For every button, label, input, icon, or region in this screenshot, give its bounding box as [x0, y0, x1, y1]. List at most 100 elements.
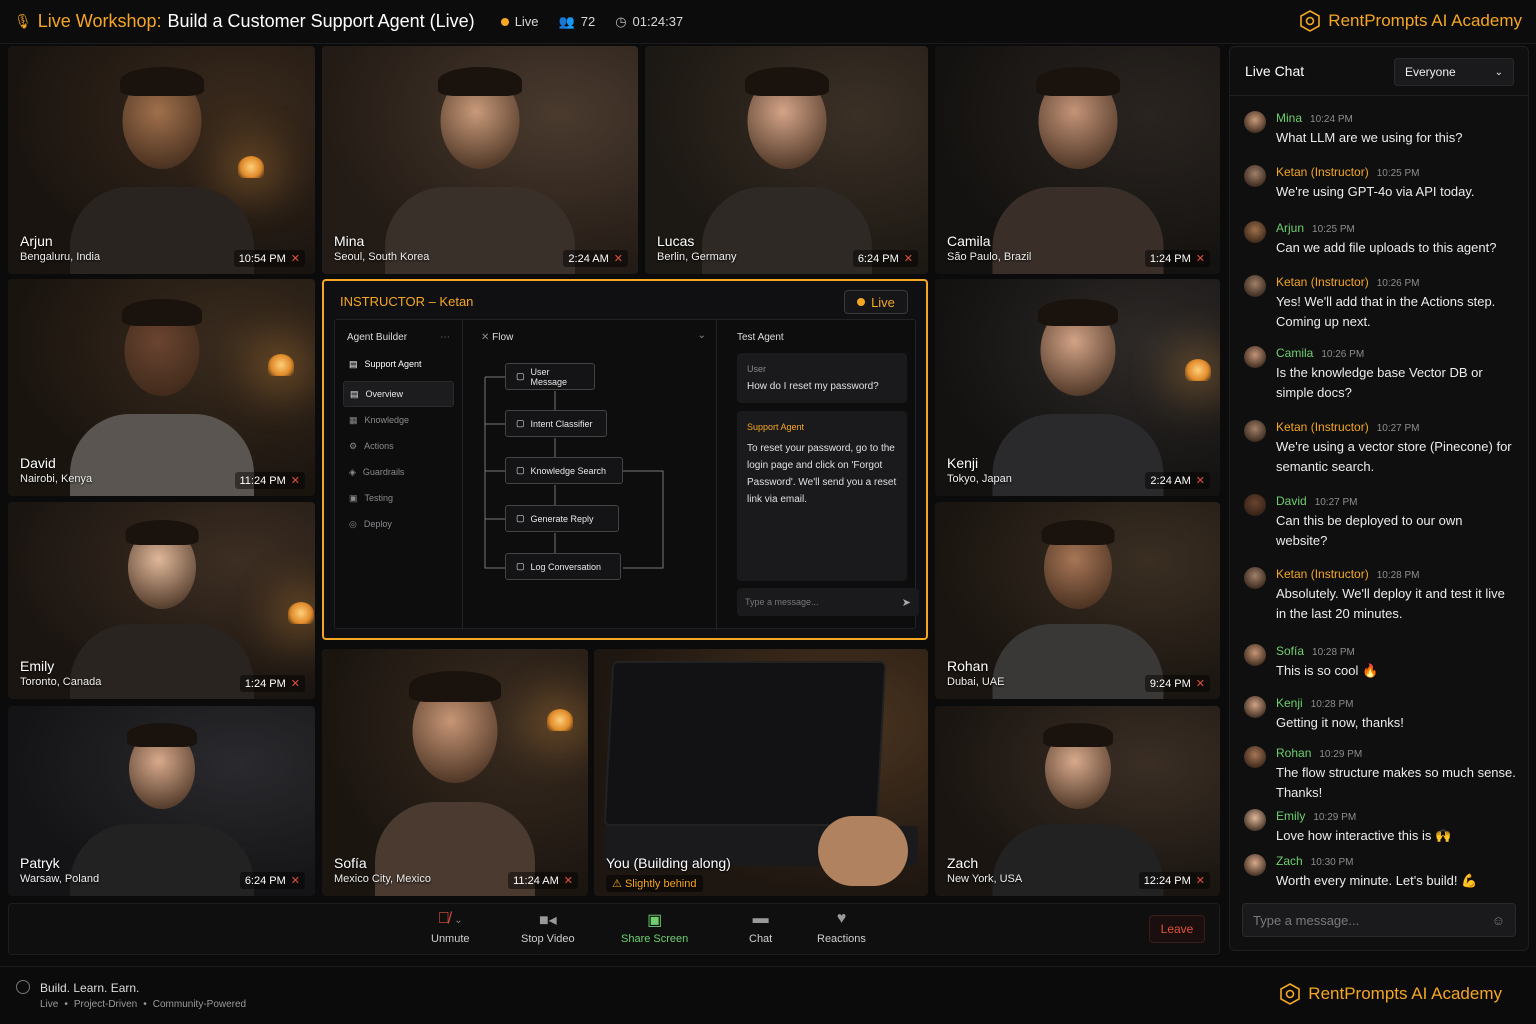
agent-label: Support Agent [747, 422, 805, 432]
stop-video-button[interactable]: ■◂ Stop Video [521, 910, 575, 945]
reactions-button[interactable]: ♥ Reactions [817, 910, 866, 945]
person-hair [1041, 520, 1114, 545]
clock-icon: ◷ [615, 13, 627, 29]
participant-location: Bengaluru, India [20, 251, 101, 263]
participant-tile[interactable]: Zach New York, USA 12:24 PM ✕ [935, 706, 1220, 896]
agent-builder-item[interactable]: ▣ Testing [343, 485, 454, 511]
lamp-decoration [547, 709, 573, 731]
agent-builder-item-label: Overview [365, 389, 404, 399]
participant-tile[interactable]: Mina Seoul, South Korea 2:24 AM ✕ [322, 46, 638, 274]
agent-reply-bubble: Support Agent To reset your password, go… [737, 411, 907, 581]
participant-name: Camila [947, 233, 991, 249]
participant-location: Warsaw, Poland [20, 873, 100, 885]
message-text: Absolutely. We'll deploy it and test it … [1276, 586, 1505, 621]
participant-tile[interactable]: Camila São Paulo, Brazil 1:24 PM ✕ [935, 46, 1220, 274]
send-icon[interactable]: ➤ [902, 596, 911, 609]
participant-tile[interactable]: You (Building along) ⚠ Slightly behind [594, 649, 928, 896]
participant-tile[interactable]: Emily Toronto, Canada 1:24 PM ✕ [8, 502, 315, 699]
message-time: 10:29 PM [1319, 749, 1363, 760]
message-time: 10:28 PM [1312, 647, 1355, 658]
live-chat-panel: Live Chat Everyone ⌄ Mina 10:24 PM What L… [1229, 46, 1529, 951]
title-prefix: Live Workshop: [37, 11, 162, 31]
participant-count[interactable]: 👥 72 [559, 14, 596, 30]
participant-tile[interactable]: Kenji Tokyo, Japan 2:24 AM ✕ [935, 279, 1220, 496]
agent-builder-item[interactable]: ▦ Knowledge [343, 407, 454, 433]
agent-builder-item[interactable]: ◎ Deploy [343, 511, 454, 537]
flow-node[interactable]: ▢ User Message [505, 363, 595, 390]
instructor-screen-share[interactable]: INSTRUCTOR – Ketan Live Agent Builder ⋯ ▤… [322, 279, 928, 640]
local-time: 2:24 AM ✕ [1145, 472, 1210, 489]
local-time: 6:24 PM ✕ [239, 872, 305, 889]
participant-name: Lucas [657, 233, 695, 249]
node-icon: ▢ [516, 513, 525, 523]
session-timer: ◷ 01:24:37 [615, 14, 683, 30]
participant-location: São Paulo, Brazil [947, 251, 1032, 263]
flow-canvas[interactable]: ✕ Flow ⌄ ▢ User Message ▢ Intent Classifier… [471, 320, 717, 630]
message-text: This is so cool 🔥 [1276, 663, 1379, 678]
flow-node-label: User Message [530, 366, 568, 387]
node-icon: ▢ [516, 465, 525, 475]
participant-tile[interactable]: Rohan Dubai, UAE 9:24 PM ✕ [935, 502, 1220, 699]
avatar [1244, 644, 1266, 666]
unmute-button[interactable]: 🎙̸ ⌄ Unmute [431, 910, 470, 945]
agent-builder-item[interactable]: ◈ Guardrails [343, 459, 454, 485]
agent-builder-sidebar: Agent Builder ⋯ ▤ Support Agent ▤ Overview ▦… [335, 320, 463, 630]
footer-sub-project: Project-Driven [73, 999, 138, 1010]
live-status: Live [500, 14, 539, 29]
person-hair [744, 67, 829, 96]
footer: Build. Learn. Earn. Live • Project-Driven… [0, 966, 1536, 1024]
flow-node[interactable]: ▢ Log Conversation [505, 553, 621, 580]
author-name: Zach [1276, 854, 1303, 868]
message-text: The flow structure makes so much sense. … [1276, 765, 1516, 800]
participant-location: Mexico City, Mexico [334, 873, 431, 885]
leave-button[interactable]: Leave [1149, 915, 1205, 943]
test-message-input[interactable]: Type a message... ➤ [737, 588, 919, 616]
footer-sub-community: Community-Powered [152, 999, 247, 1010]
message-author: Ketan (Instructor) 10:28 PM [1276, 567, 1420, 581]
share-screen-button[interactable]: ▣ Share Screen [621, 910, 688, 945]
flow-node[interactable]: ▢ Intent Classifier [505, 410, 607, 437]
target-icon [16, 980, 30, 994]
heart-icon: ♥ [836, 910, 847, 927]
avatar [1244, 494, 1266, 516]
chat-bubble-icon: ▬ [752, 910, 769, 927]
participant-tile[interactable]: Sofía Mexico City, Mexico 11:24 AM ✕ [322, 649, 588, 896]
participant-tile[interactable]: Lucas Berlin, Germany 6:24 PM ✕ [645, 46, 928, 274]
avatar [1244, 221, 1266, 243]
participant-tile[interactable]: David Nairobi, Kenya 11:24 PM ✕ [8, 279, 315, 496]
agent-builder-item-label: Knowledge [364, 415, 410, 425]
agent-builder-item[interactable]: ▤ Overview [343, 381, 454, 407]
chat-message-input[interactable]: Type a message... ☺ [1242, 903, 1516, 937]
flow-node[interactable]: ▢ Generate Reply [505, 505, 619, 532]
local-time-value: 1:24 PM [1149, 252, 1191, 265]
title-text: Build a Customer Support Agent (Live) [167, 11, 475, 31]
flow-node[interactable]: ▢ Knowledge Search [505, 457, 623, 484]
mic-muted-icon: ✕ [290, 475, 300, 487]
author-name: Ketan (Instructor) [1276, 165, 1369, 179]
person-hair [1035, 67, 1120, 96]
test-agent-title: Test Agent [737, 332, 784, 343]
participant-tile[interactable]: Arjun Bengaluru, India 10:54 PM ✕ [8, 46, 315, 274]
chat-button[interactable]: ▬ Chat [749, 910, 772, 945]
chat-recipient-select[interactable]: Everyone ⌄ [1394, 58, 1514, 86]
avatar [1244, 420, 1266, 442]
nav-icon: ▣ [349, 492, 358, 503]
share-screen-label: Share Screen [621, 933, 689, 945]
participant-tile[interactable]: Patryk Warsaw, Poland 6:24 PM ✕ [8, 706, 315, 896]
mic-icon: 🎙 [14, 13, 32, 29]
chat-divider [1230, 95, 1528, 96]
avatar [1244, 346, 1266, 368]
user-message: How do I reset my password? [747, 381, 879, 392]
message-text: Yes! We'll add that in the Actions step.… [1276, 294, 1496, 329]
participant-number: 72 [580, 14, 596, 29]
message-time: 10:30 PM [1310, 857, 1354, 868]
more-icon[interactable]: ⋯ [440, 332, 450, 343]
message-text: Worth every minute. Let's build! 💪 [1276, 873, 1478, 888]
participant-name: You (Building along) [606, 855, 731, 871]
instructor-title: INSTRUCTOR – Ketan [340, 294, 474, 309]
project-support-agent[interactable]: ▤ Support Agent [343, 351, 454, 377]
emoji-icon[interactable]: ☺ [1492, 913, 1505, 928]
avatar [1244, 854, 1266, 876]
agent-builder-item[interactable]: ⚙ Actions [343, 433, 454, 459]
local-time: 12:24 PM ✕ [1138, 872, 1210, 889]
